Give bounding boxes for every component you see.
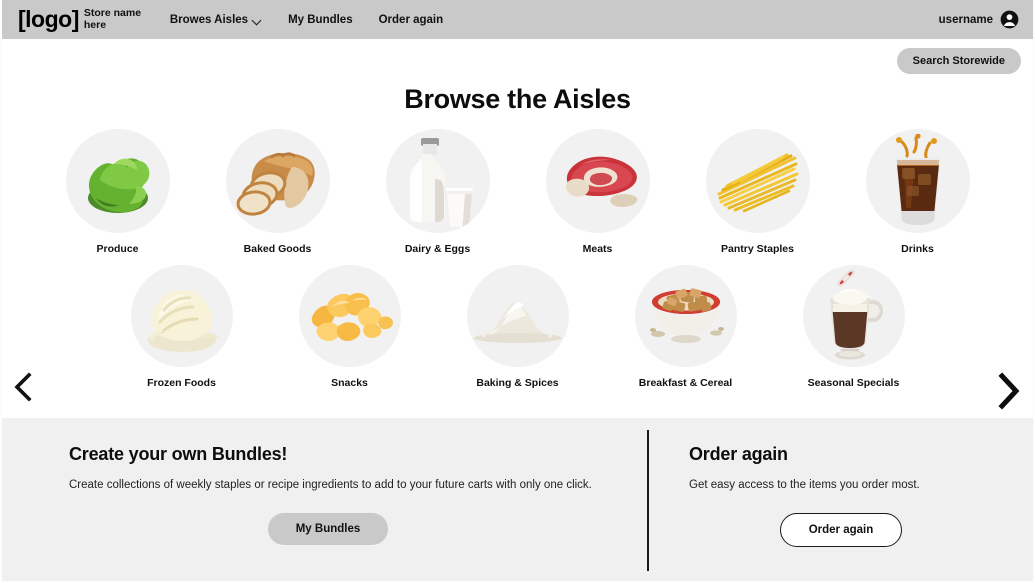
hot-cocoa-mug-photo — [829, 270, 883, 360]
bottom-section: Create your own Bundles! Create collecti… — [2, 418, 1033, 581]
aisle-label-pantry-staples: Pantry Staples — [721, 243, 794, 255]
nav-item-browse-aisles[interactable]: Browes Aisles — [170, 14, 262, 26]
aisle-card-snacks[interactable]: Snacks — [292, 265, 408, 389]
aisle-card-pantry-staples[interactable]: Pantry Staples — [704, 129, 812, 255]
chevron-left-icon — [14, 372, 32, 402]
bundles-button-row: My Bundles — [69, 513, 617, 545]
aisle-card-dairy-eggs[interactable]: Dairy & Eggs — [384, 129, 492, 255]
aisle-image-produce — [65, 129, 170, 233]
nav-item-browse-aisles-label: Browes Aisles — [169, 13, 249, 26]
aisle-image-baked-goods — [225, 129, 330, 233]
aisle-image-baking-spices — [466, 265, 569, 367]
aisle-image-meats — [545, 129, 650, 233]
order-again-heading: Order again — [689, 444, 788, 464]
aisle-image-dairy-eggs — [385, 129, 490, 233]
flour-pile-photo — [473, 302, 562, 343]
aisle-label-meats: Meats — [582, 243, 613, 255]
aisle-label-dairy-eggs: Dairy & Eggs — [404, 243, 471, 255]
user-avatar-icon — [1000, 10, 1019, 29]
aisles-carousel: Produce Baked Goods Dairy & Eggs Meats P… — [2, 129, 1033, 410]
aisle-card-meats[interactable]: Meats — [544, 129, 652, 255]
nav-item-order-again-label: Order again — [378, 13, 444, 26]
aisle-card-produce[interactable]: Produce — [64, 129, 172, 255]
search-row: Search Storewide — [2, 39, 1033, 74]
lettuce-photo — [87, 158, 149, 213]
carousel-prev-button[interactable] — [10, 372, 36, 402]
username-label: username — [938, 13, 993, 26]
potato-chips-photo — [311, 293, 393, 342]
milk-bottle-and-glass-photo — [409, 138, 473, 227]
bundles-panel: Create your own Bundles! Create collecti… — [2, 444, 647, 581]
aisle-image-pantry-staples — [705, 129, 810, 233]
aisle-label-baking-spices: Baking & Spices — [476, 377, 559, 389]
aisle-row-2: Frozen Foods Snacks Baking & Spices Brea… — [2, 265, 1033, 389]
chevron-down-icon — [253, 16, 262, 25]
cereal-bowl-photo — [649, 288, 724, 343]
aisle-label-drinks: Drinks — [901, 243, 934, 255]
aisle-label-breakfast-cereal: Breakfast & Cereal — [638, 377, 733, 389]
bundles-description: Create collections of weekly staples or … — [69, 479, 592, 491]
brand-logo[interactable]: [logo] Store name here — [18, 8, 142, 31]
nav-item-my-bundles-label: My Bundles — [288, 13, 353, 26]
ice-cream-scoop-photo — [147, 290, 219, 352]
aisle-card-baked-goods[interactable]: Baked Goods — [224, 129, 332, 255]
aisle-label-produce: Produce — [96, 243, 139, 255]
main-nav: Browes Aisles My Bundles Order again — [170, 14, 443, 26]
my-bundles-button[interactable]: My Bundles — [267, 513, 389, 545]
page-title: Browse the Aisles — [404, 84, 631, 114]
aisle-image-seasonal-specials — [802, 265, 905, 367]
aisle-card-seasonal-specials[interactable]: Seasonal Specials — [796, 265, 912, 389]
browse-aisles-page: [logo] Store name here Browes Aisles My … — [0, 0, 1035, 583]
aisle-label-snacks: Snacks — [331, 377, 368, 389]
carousel-next-button[interactable] — [993, 372, 1025, 410]
aisle-label-seasonal-specials: Seasonal Specials — [807, 377, 900, 389]
nav-item-order-again[interactable]: Order again — [379, 14, 444, 26]
raw-steak-photo — [565, 156, 637, 207]
aisle-label-frozen-foods: Frozen Foods — [147, 377, 216, 389]
nav-item-my-bundles[interactable]: My Bundles — [288, 14, 353, 26]
aisle-image-drinks — [865, 129, 970, 233]
logo-text: [logo] — [18, 6, 79, 32]
aisle-image-frozen-foods — [130, 265, 233, 367]
bundles-heading: Create your own Bundles! — [69, 444, 288, 464]
user-menu[interactable]: username — [939, 10, 1019, 29]
order-again-button[interactable]: Order again — [779, 513, 903, 547]
order-again-panel: Order again Get easy access to the items… — [647, 444, 1033, 581]
order-again-description: Get easy access to the items you order m… — [689, 479, 920, 491]
spaghetti-photo — [717, 153, 798, 213]
aisle-image-breakfast-cereal — [634, 265, 737, 367]
order-again-button-row: Order again — [689, 513, 1003, 547]
store-name-label: Store name here — [83, 7, 142, 31]
aisle-card-breakfast-cereal[interactable]: Breakfast & Cereal — [628, 265, 744, 389]
chevron-right-icon — [998, 372, 1020, 410]
search-storewide-button[interactable]: Search Storewide — [896, 48, 1021, 74]
aisle-card-drinks[interactable]: Drinks — [864, 129, 972, 255]
aisle-label-baked-goods: Baked Goods — [243, 243, 312, 255]
sliced-bread-photo — [236, 152, 315, 216]
aisle-image-snacks — [298, 265, 401, 367]
aisle-row-1: Produce Baked Goods Dairy & Eggs Meats P… — [2, 129, 1033, 255]
cola-glass-photo — [895, 134, 940, 225]
aisle-card-frozen-foods[interactable]: Frozen Foods — [124, 265, 240, 389]
site-header: [logo] Store name here Browes Aisles My … — [2, 0, 1033, 39]
aisle-card-baking-spices[interactable]: Baking & Spices — [460, 265, 576, 389]
